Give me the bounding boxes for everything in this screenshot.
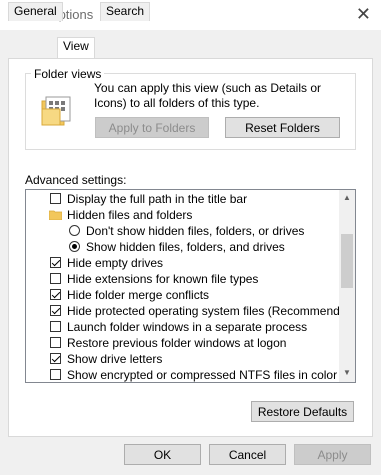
advanced-settings-list[interactable]: Display the full path in the title bar H…	[25, 189, 356, 383]
checkbox[interactable]	[50, 257, 61, 268]
setting-label: Launch folder windows in a separate proc…	[67, 320, 308, 334]
advanced-settings-label: Advanced settings:	[25, 173, 127, 187]
folder-icon	[49, 210, 62, 220]
setting-label: Display the full path in the title bar	[67, 192, 248, 206]
setting-label: Hide protected operating system files (R…	[67, 304, 356, 318]
folder-view-icon	[41, 96, 71, 126]
restore-defaults-button[interactable]: Restore Defaults	[251, 401, 354, 422]
radio-button[interactable]	[69, 241, 80, 252]
folder-views-label: Folder views	[31, 67, 105, 81]
checkbox[interactable]	[50, 353, 61, 364]
checkbox[interactable]	[50, 369, 61, 380]
radio-button[interactable]	[69, 225, 80, 236]
setting-label: Restore previous folder windows at logon	[67, 336, 287, 350]
setting-label: Hide extensions for known file types	[67, 272, 259, 286]
apply-button[interactable]: Apply	[294, 444, 371, 465]
close-icon[interactable]: ✕	[356, 5, 371, 23]
checkbox[interactable]	[50, 337, 61, 348]
setting-label: Show encrypted or compressed NTFS files …	[67, 368, 338, 382]
vertical-scrollbar[interactable]: ▲ ▼	[339, 190, 355, 382]
setting-label: Hide folder merge conflicts	[67, 288, 210, 302]
checkbox[interactable]	[50, 305, 61, 316]
scroll-up-icon[interactable]: ▲	[339, 190, 355, 206]
folder-views-description: You can apply this view (such as Details…	[94, 81, 322, 110]
checkbox[interactable]	[50, 273, 61, 284]
tab-view[interactable]: View	[57, 37, 95, 58]
setting-label: Hide empty drives	[67, 256, 164, 270]
scroll-down-icon[interactable]: ▼	[339, 365, 355, 381]
tab-search[interactable]: Search	[100, 2, 151, 21]
setting-label: Show drive letters	[67, 352, 163, 366]
setting-label: Show hidden files, folders, and drives	[86, 240, 285, 254]
setting-label: Don't show hidden files, folders, or dri…	[86, 224, 305, 238]
reset-folders-button[interactable]: Reset Folders	[225, 117, 340, 138]
tab-general[interactable]: General	[8, 2, 63, 21]
scroll-thumb[interactable]	[341, 234, 353, 288]
setting-label: Hidden files and folders	[67, 208, 193, 222]
checkbox[interactable]	[50, 321, 61, 332]
checkbox[interactable]	[50, 193, 61, 204]
apply-to-folders-button[interactable]: Apply to Folders	[95, 117, 209, 138]
checkbox[interactable]	[50, 289, 61, 300]
ok-button[interactable]: OK	[124, 444, 201, 465]
cancel-button[interactable]: Cancel	[209, 444, 286, 465]
